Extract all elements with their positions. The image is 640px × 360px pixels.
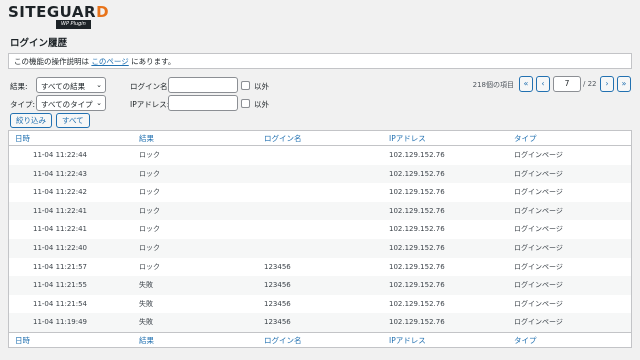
item-count: 218個の項目 xyxy=(472,81,514,89)
table-row: 11-04 11:22:43 ロック 102.129.152.76 ログインページ xyxy=(9,164,631,184)
cell-datetime: 11-04 11:22:41 xyxy=(33,225,88,234)
cell-datetime: 11-04 11:19:49 xyxy=(33,318,88,327)
table-row: 11-04 11:22:44 ロック 102.129.152.76 ログインページ xyxy=(9,146,631,165)
column-header-login-name[interactable]: ログイン名 xyxy=(264,131,302,146)
column-footer-type[interactable]: タイプ xyxy=(514,333,537,348)
ip-exclude-label: 以外 xyxy=(254,100,269,109)
type-filter-label: タイプ: xyxy=(10,100,36,109)
cell-datetime: 11-04 11:22:42 xyxy=(33,188,88,197)
column-footer-login-name[interactable]: ログイン名 xyxy=(264,333,302,348)
cell-ip: 102.129.152.76 xyxy=(389,225,445,234)
cell-ip: 102.129.152.76 xyxy=(389,206,445,215)
cell-ip: 102.129.152.76 xyxy=(389,243,445,252)
cell-type: ログインページ xyxy=(514,169,563,178)
filter-button[interactable]: 絞り込み xyxy=(10,113,52,128)
next-page-button[interactable]: › xyxy=(600,76,614,92)
cell-ip: 102.129.152.76 xyxy=(389,318,445,327)
ip-address-input[interactable] xyxy=(168,95,238,111)
column-footer-ip[interactable]: IPアドレス xyxy=(389,333,426,348)
logo-subtitle: WP Plugin xyxy=(56,20,91,29)
cell-datetime: 11-04 11:21:54 xyxy=(33,299,88,308)
cell-type: ログインページ xyxy=(514,151,563,159)
table-row: 11-04 11:22:40 ロック 102.129.152.76 ログインページ xyxy=(9,238,631,258)
cell-type: ログインページ xyxy=(514,262,563,271)
cell-ip: 102.129.152.76 xyxy=(389,281,445,290)
cell-datetime: 11-04 11:22:43 xyxy=(33,169,88,178)
cell-login-name: 123456 xyxy=(264,318,291,327)
cell-result: ロック xyxy=(139,188,160,197)
column-footer-result[interactable]: 結果 xyxy=(139,333,154,348)
table-row: 11-04 11:22:41 ロック 102.129.152.76 ログインページ xyxy=(9,220,631,239)
type-filter-select[interactable]: すべてのタイプ ⌄ xyxy=(36,95,106,111)
login-exclude-label: 以外 xyxy=(254,82,269,91)
table-header: 日時 結果 ログイン名 IPアドレス タイプ xyxy=(9,131,631,146)
table-row: 11-04 11:22:42 ロック 102.129.152.76 ログインページ xyxy=(9,183,631,202)
table-row: 11-04 11:21:54 失敗 123456 102.129.152.76 ログイン… xyxy=(9,295,631,314)
cell-type: ログインページ xyxy=(514,281,563,290)
column-header-result[interactable]: 結果 xyxy=(139,131,154,146)
help-link[interactable]: このページ xyxy=(91,57,128,66)
column-header-type[interactable]: タイプ xyxy=(514,131,537,146)
siteguard-logo: SITEGUARD WP Plugin xyxy=(8,4,118,30)
cell-login-name: 123456 xyxy=(264,262,291,271)
cell-ip: 102.129.152.76 xyxy=(389,151,445,159)
table-row: 11-04 11:21:57 ロック 123456 102.129.152.76 ログイ… xyxy=(9,258,631,277)
cell-ip: 102.129.152.76 xyxy=(389,299,445,308)
cell-datetime: 11-04 11:21:57 xyxy=(33,262,88,271)
login-name-input[interactable] xyxy=(168,77,238,93)
cell-type: ログインページ xyxy=(514,299,563,308)
chevron-down-icon: ⌄ xyxy=(96,81,102,89)
cell-datetime: 11-04 11:22:41 xyxy=(33,206,88,215)
cell-login-name: 123456 xyxy=(264,281,291,290)
page-title: ログイン履歴 xyxy=(10,38,68,49)
table-row: 11-04 11:22:41 ロック 102.129.152.76 ログインページ xyxy=(9,201,631,221)
show-all-button[interactable]: すべて xyxy=(56,113,90,128)
cell-ip: 102.129.152.76 xyxy=(389,169,445,178)
cell-type: ログインページ xyxy=(514,225,563,234)
cell-datetime: 11-04 11:22:40 xyxy=(33,243,88,252)
ip-address-label: IPアドレス: xyxy=(130,100,170,109)
cell-result: 失敗 xyxy=(139,299,153,308)
chevron-down-icon: ⌄ xyxy=(96,99,102,107)
total-pages: / 22 xyxy=(583,80,597,88)
table-row: 11-04 11:19:49 失敗 123456 102.129.152.76 ログイン… xyxy=(9,313,631,332)
logo-text: SITEGUARD xyxy=(8,3,110,21)
current-page-input[interactable]: 7 xyxy=(553,76,581,92)
cell-datetime: 11-04 11:22:44 xyxy=(33,151,88,159)
cell-type: ログインページ xyxy=(514,188,563,197)
result-filter-select[interactable]: すべての結果 ⌄ xyxy=(36,77,106,93)
cell-type: ログインページ xyxy=(514,318,563,327)
cell-result: ロック xyxy=(139,243,160,252)
cell-ip: 102.129.152.76 xyxy=(389,262,445,271)
cell-type: ログインページ xyxy=(514,206,563,215)
cell-result: ロック xyxy=(139,169,160,178)
last-page-button[interactable]: » xyxy=(617,76,631,92)
login-exclude-checkbox[interactable] xyxy=(241,81,250,90)
cell-login-name: 123456 xyxy=(264,299,291,308)
cell-result: ロック xyxy=(139,151,160,159)
login-name-label: ログイン名: xyxy=(130,82,171,91)
result-filter-label: 結果: xyxy=(10,82,28,91)
column-header-ip[interactable]: IPアドレス xyxy=(389,131,426,146)
table-footer: 日時 結果 ログイン名 IPアドレス タイプ xyxy=(9,331,631,348)
column-footer-datetime[interactable]: 日時 xyxy=(15,333,30,348)
table-row: 11-04 11:21:55 失敗 123456 102.129.152.76 ログイン… xyxy=(9,276,631,295)
cell-type: ログインページ xyxy=(514,243,563,252)
prev-page-button[interactable]: ‹ xyxy=(536,76,550,92)
cell-result: 失敗 xyxy=(139,318,153,327)
cell-result: ロック xyxy=(139,206,160,215)
cell-result: ロック xyxy=(139,262,160,271)
cell-datetime: 11-04 11:21:55 xyxy=(33,281,88,290)
cell-result: ロック xyxy=(139,225,160,234)
cell-ip: 102.129.152.76 xyxy=(389,188,445,197)
login-history-table: 日時 結果 ログイン名 IPアドレス タイプ 11-04 11:22:44 ロック… xyxy=(8,130,632,348)
cell-result: 失敗 xyxy=(139,281,153,290)
column-header-datetime[interactable]: 日時 xyxy=(15,131,30,146)
ip-exclude-checkbox[interactable] xyxy=(241,99,250,108)
first-page-button[interactable]: « xyxy=(519,76,533,92)
help-notice: この機能の操作説明は このページ にあります。 xyxy=(8,53,632,69)
